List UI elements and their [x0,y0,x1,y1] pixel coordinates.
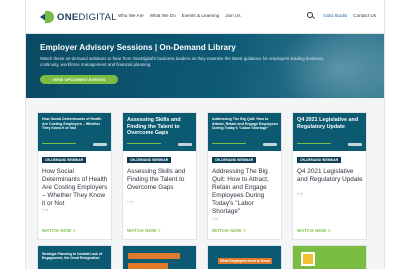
thumbnail-accent-bar [212,142,246,144]
thumbnail-logo [348,143,362,146]
webinar-thumbnail[interactable]: How Social Determinants of Health Are Co… [38,113,111,151]
thumbnail-accent-bar [127,142,161,144]
nav-item-events-learning[interactable]: Events & Learning [182,13,220,18]
thumbnail-logo [263,143,277,146]
contact-us-link[interactable]: Contact Us [353,13,376,18]
webinar-card-partial[interactable] [292,245,367,269]
card-tag: ON-DEMAND WEBINAR [127,157,172,163]
card-duration: 1 hr [42,208,48,212]
site-logo[interactable]: ONEDIGITAL [40,10,117,24]
thumbnail-logo [178,143,192,146]
gold-studio-link[interactable]: Gold Studio [323,13,347,18]
site-header: ONEDIGITAL Who We Are What We Do Events … [26,0,384,34]
webinar-card[interactable]: How Social Determinants of Health Are Co… [37,112,112,240]
card-tag: ON-DEMAND WEBINAR [297,157,342,163]
webinar-card-partial[interactable] [122,245,197,269]
thumbnail-logo [93,143,107,146]
card-title[interactable]: Q4 2021 Legislative and Regulatory Updat… [297,168,364,184]
view-upcoming-events-button[interactable]: VIEW UPCOMING EVENTS [40,75,118,84]
card-title[interactable]: How Social Determinants of Health Are Co… [42,168,109,208]
webinar-thumbnail[interactable]: Addressing The Big Quit: How to Attract,… [208,113,281,151]
nav-item-what-we-do[interactable]: What We Do [150,13,176,18]
card-tag: ON-DEMAND WEBINAR [42,157,87,163]
card-duration: 1 hr [212,217,218,221]
browser-viewport: ONEDIGITAL Who We Are What We Do Events … [0,0,407,269]
watch-now-link[interactable]: WATCH NOW > [212,228,246,233]
thumbnail-title: Q4 2021 Legislative and Regulatory Updat… [297,117,359,130]
card-duration: 1 hr [127,200,133,204]
hero-description: Watch these on-demand webinars to hear f… [40,56,324,67]
search-icon[interactable] [307,12,314,18]
card-title[interactable]: Assessing Skills and Finding the Talent … [127,168,194,192]
thumbnail-title: Strategic Planning to Combat Lack of Eng… [42,252,103,261]
nav-item-who-we-are[interactable]: Who We Are [118,13,144,18]
thumbnail-graphic [128,263,168,269]
card-tag: ON-DEMAND WEBINAR [212,157,257,163]
thumbnail-title: Addressing The Big Quit: How to Attract,… [212,117,278,130]
page-title: Employer Advisory Sessions | On-Demand L… [40,43,236,52]
logo-mark-icon [40,10,54,24]
watch-now-link[interactable]: WATCH NOW > [42,228,76,233]
nav-item-join-us[interactable]: Join Us [225,13,240,18]
webinar-card-partial[interactable]: What Employers Need to Know [207,245,282,269]
hero-banner: Employer Advisory Sessions | On-Demand L… [26,34,384,98]
card-duration: 1 hr [297,192,303,196]
webinar-card-grid: How Social Determinants of Health Are Co… [26,112,384,242]
page: ONEDIGITAL Who We Are What We Do Events … [25,0,385,269]
webinar-card[interactable]: Addressing The Big Quit: How to Attract,… [207,112,282,240]
main-nav: Who We Are What We Do Events & Learning … [118,13,241,18]
webinar-thumbnail[interactable]: Q4 2021 Legislative and Regulatory Updat… [293,113,366,151]
thumbnail-accent-bar [297,142,331,144]
webinar-card[interactable]: Assessing Skills and Finding the Talent … [122,112,197,240]
thumbnail-graphic [128,253,180,259]
logo-text: ONEDIGITAL [57,11,117,23]
watch-now-link[interactable]: WATCH NOW > [297,228,331,233]
thumbnail-title: What Employers Need to Know [218,258,273,265]
thumbnail-title: Assessing Skills and Finding the Talent … [127,117,181,137]
webinar-card[interactable]: Q4 2021 Legislative and Regulatory Updat… [292,112,367,240]
thumbnail-title: How Social Determinants of Health Are Co… [42,117,102,130]
watch-now-link[interactable]: WATCH NOW > [127,228,161,233]
thumbnail-accent-bar [42,142,76,144]
card-title[interactable]: Addressing The Big Quit: How to Attract,… [212,168,279,216]
header-actions: Gold Studio Contact Us [307,12,376,18]
thumbnail-graphic [301,252,315,266]
webinar-thumbnail[interactable]: Assessing Skills and Finding the Talent … [123,113,196,151]
webinar-card-partial[interactable]: Strategic Planning to Combat Lack of Eng… [37,245,112,269]
